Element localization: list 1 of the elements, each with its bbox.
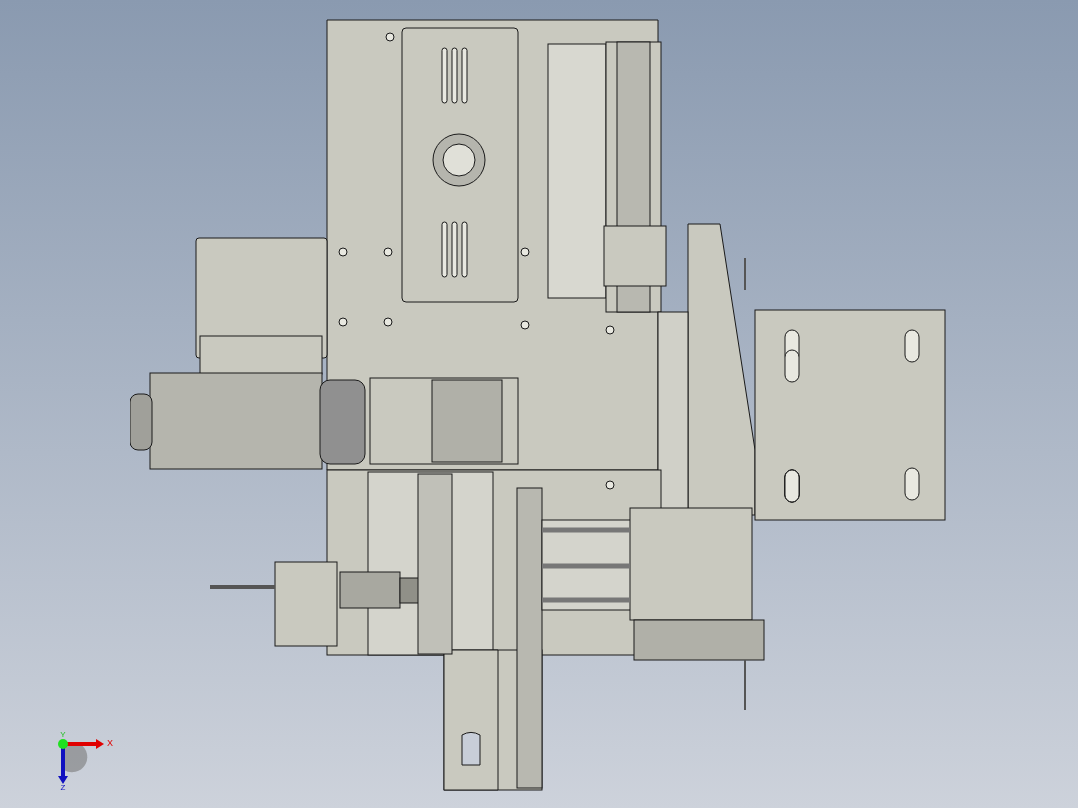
axis-triad-drawing: Y X Z: [50, 730, 115, 790]
